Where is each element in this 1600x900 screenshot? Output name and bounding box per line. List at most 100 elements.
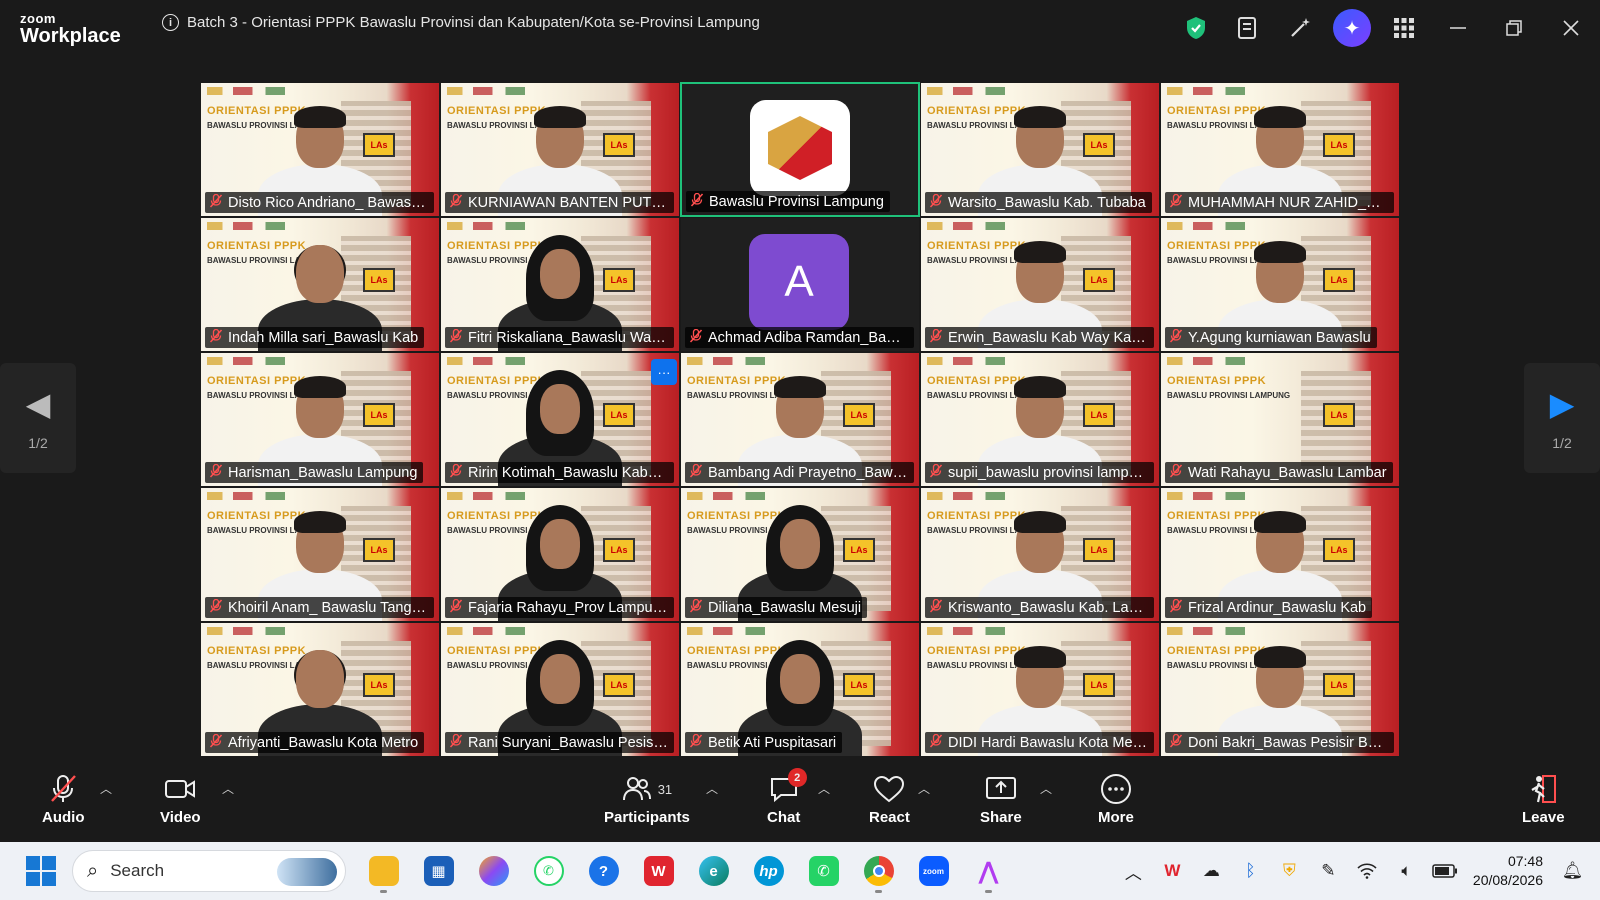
taskbar-search[interactable]: ⌕ Search: [72, 850, 346, 892]
tile-banner-title: ORIENTASI PPPK: [207, 510, 307, 522]
more-button[interactable]: More: [1098, 772, 1134, 826]
audio-label: Audio: [42, 809, 85, 826]
share-options-caret-icon[interactable]: ︿: [1040, 780, 1052, 797]
participant-tile[interactable]: ORIENTASI PPPK BAWASLU PROVINSI LAMPUNG LA…: [680, 487, 920, 622]
logo-top-text: zoom: [20, 11, 56, 26]
bluetooth-icon[interactable]: ᛒ: [1231, 851, 1270, 891]
video-options-caret-icon[interactable]: ︿: [222, 780, 234, 797]
minimize-icon[interactable]: [1430, 8, 1486, 48]
participant-tile[interactable]: ORIENTASI PPPK BAWASLU PROVINSI LAMPUNG LA…: [440, 217, 680, 352]
close-icon[interactable]: [1542, 8, 1600, 48]
participant-tile[interactable]: ORIENTASI PPPK BAWASLU PROVINSI LAMPUNG LA…: [1160, 487, 1400, 622]
participant-tile[interactable]: ORIENTASI PPPK BAWASLU PROVINSI LAMPUNG LA…: [440, 487, 680, 622]
notes-icon[interactable]: [1222, 8, 1274, 48]
mic-muted-icon: [929, 328, 943, 346]
zoom-taskbar-icon[interactable]: zoom: [906, 849, 961, 893]
tile-banner-subtitle: BAWASLU PROVINSI LAMPUNG: [1167, 391, 1291, 400]
apps-grid-icon[interactable]: [1378, 8, 1430, 48]
windows-start-icon[interactable]: [26, 856, 56, 886]
participant-tile[interactable]: ORIENTASI PPPK BAWASLU PROVINSI LAMPUNG LA…: [680, 352, 920, 487]
more-ellipsis-icon: [1100, 772, 1132, 806]
participant-tile[interactable]: ORIENTASI PPPK BAWASLU PROVINSI LAMPUNG LA…: [440, 622, 680, 757]
participant-tile[interactable]: ORIENTASI PPPK BAWASLU PROVINSI LAMPUNG LA…: [200, 217, 440, 352]
copilot-icon[interactable]: [466, 849, 521, 893]
las-sign: LAs: [363, 538, 395, 562]
participant-tile[interactable]: ORIENTASI PPPK BAWASLU PROVINSI LAMPUNG LA…: [200, 622, 440, 757]
participant-nameplate: MUHAMMAH NUR ZAHID_Bawaslu: [1165, 192, 1394, 213]
battery-icon[interactable]: [1426, 851, 1465, 891]
participant-tile[interactable]: ORIENTASI PPPK BAWASLU PROVINSI LAMPUNG LA…: [1160, 352, 1400, 487]
notifications-bell-icon[interactable]: 🔔︎: [1553, 851, 1592, 891]
participant-nameplate: supii_bawaslu provinsi lampung: [925, 462, 1154, 483]
taskbar-apps: ▦ ✆ ? W e hp ✆ zoom ⋀: [356, 849, 1016, 893]
wifi-icon[interactable]: [1348, 851, 1387, 891]
cloud-offline-icon[interactable]: ☁: [1192, 851, 1231, 891]
participant-tile[interactable]: ORIENTASI PPPK BAWASLU PROVINSI LAMPUNG LA…: [1160, 82, 1400, 217]
participant-tile[interactable]: ORIENTASI PPPK BAWASLU PROVINSI LAMPUNG LA…: [440, 82, 680, 217]
tile-banner-title: ORIENTASI PPPK: [1167, 240, 1267, 252]
meeting-info[interactable]: i Batch 3 - Orientasi PPPK Bawaslu Provi…: [162, 14, 760, 31]
help-icon[interactable]: ?: [576, 849, 631, 893]
react-label: React: [869, 809, 910, 826]
tile-options-ellipsis-icon[interactable]: ···: [651, 359, 677, 385]
participants-button[interactable]: 31 Participants: [604, 772, 690, 826]
react-options-caret-icon[interactable]: ︿: [918, 780, 930, 797]
security-warning-icon[interactable]: ⛨: [1270, 851, 1309, 891]
leave-button[interactable]: Leave: [1522, 772, 1565, 826]
mic-muted-icon: [689, 463, 703, 481]
participant-tile[interactable]: ORIENTASI PPPK BAWASLU PROVINSI LAMPUNG LA…: [200, 487, 440, 622]
security-shield-icon[interactable]: [1170, 8, 1222, 48]
next-page-button[interactable]: ▶ 1/2: [1524, 363, 1600, 473]
participant-tile[interactable]: ORIENTASI PPPK BAWASLU PROVINSI LAMPUNG LA…: [680, 622, 920, 757]
edge-icon[interactable]: e: [686, 849, 741, 893]
microsoft-store-icon[interactable]: ▦: [411, 849, 466, 893]
file-explorer-icon[interactable]: [356, 849, 411, 893]
participant-tile[interactable]: ORIENTASI PPPK BAWASLU PROVINSI LAMPUNG LA…: [920, 487, 1160, 622]
participant-nameplate: Achmad Adiba Ramdan_Bawaslu: [685, 327, 914, 348]
participant-tile[interactable]: ORIENTASI PPPK BAWASLU PROVINSI LAMPUNG LA…: [200, 352, 440, 487]
las-sign: LAs: [603, 133, 635, 157]
previous-page-button[interactable]: ◀ 1/2: [0, 363, 76, 473]
tile-banner-title: ORIENTASI PPPK: [1167, 645, 1267, 657]
audio-options-caret-icon[interactable]: ︿: [100, 780, 112, 797]
share-button[interactable]: Share: [980, 772, 1022, 826]
participant-tile[interactable]: ORIENTASI PPPK BAWASLU PROVINSI LAMPUNG LA…: [920, 82, 1160, 217]
annotate-wand-icon[interactable]: [1274, 8, 1326, 48]
participant-name: Y.Agung kurniawan Bawaslu: [1188, 329, 1371, 346]
system-clock[interactable]: 07:48 20/08/2026: [1473, 852, 1543, 890]
participant-tile[interactable]: ORIENTASI PPPK BAWASLU PROVINSI LAMPUNG LA…: [200, 82, 440, 217]
participant-name: DIDI Hardi Bawaslu Kota Metro: [948, 734, 1148, 751]
arc-app-icon[interactable]: ⋀: [961, 849, 1016, 893]
ai-companion-icon[interactable]: ✦: [1333, 9, 1371, 47]
chat-options-caret-icon[interactable]: ︿: [818, 780, 830, 797]
participant-tile[interactable]: ORIENTASI PPPK BAWASLU PROVINSI LAMPUNG LA…: [920, 217, 1160, 352]
participant-tile[interactable]: ORIENTASI PPPK BAWASLU PROVINSI LAMPUNG LA…: [920, 622, 1160, 757]
leave-icon: [1527, 772, 1559, 806]
whatsapp-icon[interactable]: ✆: [796, 849, 851, 893]
volume-icon[interactable]: 🔈︎: [1387, 851, 1426, 891]
wps-tray-icon[interactable]: W: [1153, 851, 1192, 891]
participants-options-caret-icon[interactable]: ︿: [706, 780, 718, 797]
restore-icon[interactable]: [1486, 8, 1542, 48]
whatsapp-web-icon[interactable]: ✆: [521, 849, 576, 893]
react-button[interactable]: React: [869, 772, 910, 826]
hp-icon[interactable]: hp: [741, 849, 796, 893]
audio-button[interactable]: Audio: [42, 772, 85, 826]
chrome-icon[interactable]: [851, 849, 906, 893]
chat-button[interactable]: 2 Chat: [767, 768, 807, 826]
participant-tile[interactable]: ORIENTASI PPPK BAWASLU PROVINSI LAMPUNG LA…: [440, 352, 680, 487]
participant-tile[interactable]: A Achmad Adiba Ramdan_Bawaslu: [680, 217, 920, 352]
participant-tile[interactable]: ORIENTASI PPPK BAWASLU PROVINSI LAMPUNG LA…: [920, 352, 1160, 487]
pen-input-icon[interactable]: ✎: [1309, 851, 1348, 891]
participant-name: Frizal Ardinur_Bawaslu Kab: [1188, 599, 1367, 616]
info-icon[interactable]: i: [162, 14, 179, 31]
participant-tile[interactable]: Bawaslu Provinsi Lampung: [680, 82, 920, 217]
meeting-title: Batch 3 - Orientasi PPPK Bawaslu Provins…: [187, 14, 760, 31]
show-hidden-icons-chevron-icon[interactable]: ︿: [1114, 851, 1153, 891]
participant-tile[interactable]: ORIENTASI PPPK BAWASLU PROVINSI LAMPUNG LA…: [1160, 622, 1400, 757]
wps-office-icon[interactable]: W: [631, 849, 686, 893]
tile-banner-title: ORIENTASI PPPK: [1167, 375, 1267, 387]
video-button[interactable]: Video: [160, 772, 201, 826]
participant-name: Bawaslu Provinsi Lampung: [709, 193, 884, 210]
participant-tile[interactable]: ORIENTASI PPPK BAWASLU PROVINSI LAMPUNG LA…: [1160, 217, 1400, 352]
